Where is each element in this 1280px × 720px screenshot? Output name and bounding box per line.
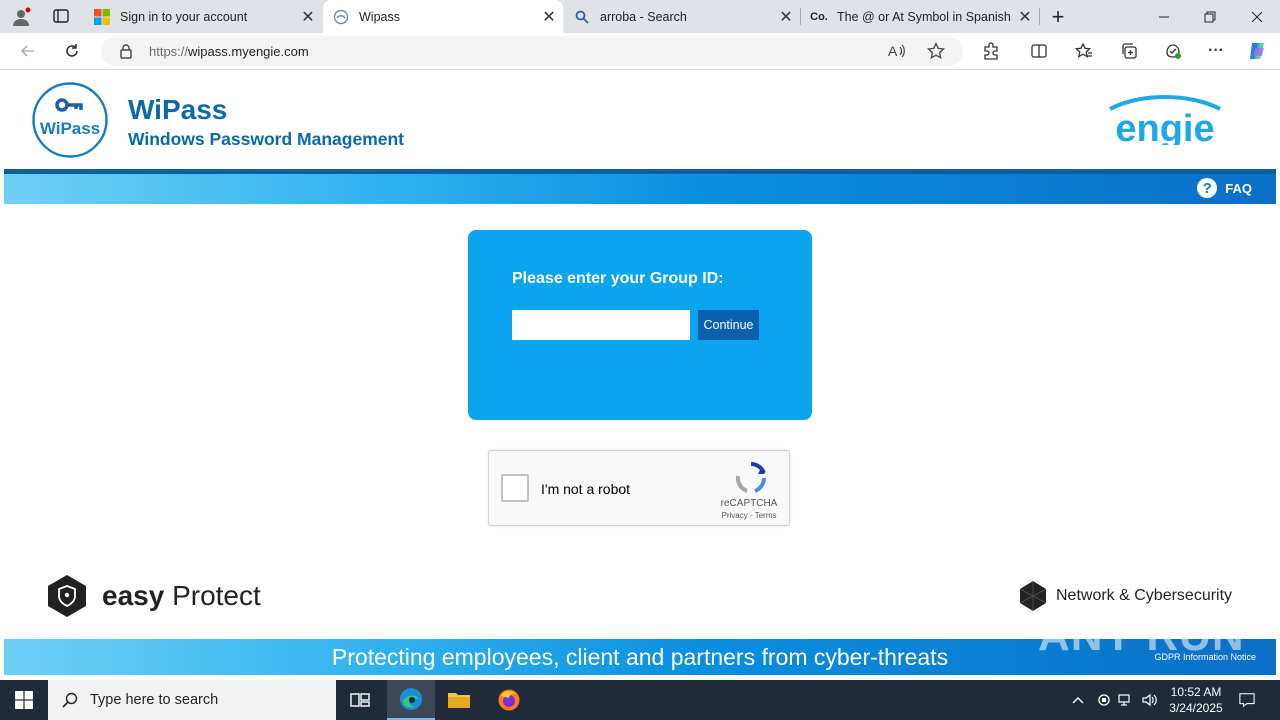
address-bar-row: https://wipass.myengie.com A ··· xyxy=(0,33,1280,70)
group-id-input[interactable] xyxy=(512,310,690,340)
easy-protect-text: easy Protect xyxy=(102,580,261,611)
help-icon: ? xyxy=(1197,178,1218,198)
copilot-icon[interactable] xyxy=(1245,39,1269,63)
edge-icon[interactable] xyxy=(387,680,435,720)
collections-icon[interactable] xyxy=(1117,39,1141,63)
tab-separator xyxy=(1039,8,1040,25)
hexagon-icon xyxy=(1019,581,1047,611)
tab-wipass[interactable]: Wipass ✕ xyxy=(323,0,563,33)
anyrun-watermark: ANY RUN xyxy=(1038,611,1245,660)
windows-logo-icon xyxy=(15,691,33,709)
search-icon xyxy=(62,692,78,708)
recaptcha-checkbox[interactable] xyxy=(501,474,529,502)
notifications-icon[interactable] xyxy=(1239,692,1255,708)
firefox-icon[interactable] xyxy=(485,680,533,720)
back-icon[interactable] xyxy=(16,39,40,63)
address-bar[interactable]: https://wipass.myengie.com A xyxy=(101,36,963,66)
app-title: WiPass xyxy=(128,94,228,125)
co-icon: Co. xyxy=(810,10,828,23)
clock-date: 3/24/2025 xyxy=(1169,701,1223,715)
profile-icon[interactable] xyxy=(9,5,33,29)
network-cybersecurity-text: Network & Cybersecurity xyxy=(1056,587,1233,604)
easy-protect-logo: easy Protect xyxy=(46,574,261,618)
favorites-icon[interactable] xyxy=(1072,39,1096,63)
search-icon xyxy=(574,9,590,25)
recaptcha-brand: reCAPTCHA xyxy=(720,498,778,509)
new-tab-button[interactable]: + xyxy=(1046,4,1070,29)
restore-button[interactable] xyxy=(1187,0,1233,33)
faq-link[interactable]: ? FAQ xyxy=(1197,178,1252,198)
faq-label: FAQ xyxy=(1225,180,1252,196)
svg-text:engie: engie xyxy=(1115,108,1214,145)
task-view-icon[interactable] xyxy=(336,680,384,720)
tray-app-icon[interactable] xyxy=(1096,692,1112,708)
file-explorer-icon[interactable] xyxy=(435,680,483,720)
clock-time: 10:52 AM xyxy=(1170,685,1222,699)
tab-title: Wipass xyxy=(359,9,400,24)
page-header: WiPass WiPass Windows Password Managemen… xyxy=(4,71,1276,169)
lock-icon[interactable] xyxy=(119,43,133,64)
svg-text:WiPass: WiPass xyxy=(40,119,100,138)
windows-taskbar: Type here to search 10:52 AM 3/24/2025 xyxy=(0,680,1280,720)
tab-spanish-at-symbol[interactable]: Co. The @ or At Symbol in Spanish: M ✕ xyxy=(801,0,1039,33)
browser-tab-strip: Sign in to your account ✕ Wipass ✕ arrob… xyxy=(0,0,1280,33)
close-icon[interactable]: ✕ xyxy=(1011,7,1039,27)
more-options-icon[interactable]: ··· xyxy=(1204,39,1228,63)
network-icon[interactable] xyxy=(1118,692,1134,708)
tab-sign-in[interactable]: Sign in to your account ✕ xyxy=(84,0,322,33)
group-id-prompt: Please enter your Group ID: xyxy=(512,270,724,287)
group-id-card: Please enter your Group ID: Continue xyxy=(468,230,812,420)
split-screen-icon[interactable] xyxy=(1027,39,1051,63)
tab-search[interactable]: arroba - Search ✕ xyxy=(564,0,800,33)
read-aloud-icon[interactable]: A xyxy=(887,42,907,65)
continue-button[interactable]: Continue xyxy=(698,310,759,340)
recaptcha-icon xyxy=(733,460,769,496)
close-icon[interactable]: ✕ xyxy=(294,7,322,27)
tab-title: The @ or At Symbol in Spanish: M xyxy=(837,9,1011,24)
network-cybersecurity-logo: Network & Cybersecurity xyxy=(1018,580,1232,612)
browser-essentials-icon[interactable] xyxy=(1161,39,1185,63)
tab-actions-icon[interactable] xyxy=(50,5,72,27)
recaptcha-widget: I'm not a robot reCAPTCHA Privacy - Term… xyxy=(488,450,790,526)
url-text: https://wipass.myengie.com xyxy=(149,44,309,59)
volume-icon[interactable] xyxy=(1142,692,1158,708)
microsoft-icon xyxy=(94,8,110,25)
app-subtitle: Windows Password Management xyxy=(128,129,405,149)
wipass-favicon xyxy=(333,9,349,25)
top-nav-bar: ? FAQ xyxy=(4,169,1276,204)
clock[interactable]: 10:52 AM 3/24/2025 xyxy=(1164,684,1228,716)
tab-title: Sign in to your account xyxy=(120,9,248,24)
recaptcha-privacy-terms[interactable]: Privacy - Terms xyxy=(709,511,789,520)
engie-logo[interactable]: engie xyxy=(1100,95,1230,150)
favorite-star-icon[interactable] xyxy=(927,41,945,65)
minimize-button[interactable] xyxy=(1141,0,1187,33)
close-window-button[interactable] xyxy=(1234,0,1280,33)
extensions-icon[interactable] xyxy=(979,39,1003,63)
refresh-icon[interactable] xyxy=(60,39,84,63)
page-viewport: WiPass WiPass Windows Password Managemen… xyxy=(4,71,1276,680)
shield-icon xyxy=(48,575,86,617)
close-icon[interactable]: ✕ xyxy=(535,7,563,27)
taskbar-search[interactable]: Type here to search xyxy=(48,680,336,720)
wipass-logo: WiPass xyxy=(31,81,109,159)
chevron-up-icon[interactable] xyxy=(1070,692,1086,708)
tab-title: arroba - Search xyxy=(600,9,687,24)
svg-text:A: A xyxy=(888,43,898,59)
search-placeholder: Type here to search xyxy=(90,692,219,708)
close-icon[interactable]: ✕ xyxy=(772,7,800,27)
recaptcha-label: I'm not a robot xyxy=(541,481,631,497)
start-button[interactable] xyxy=(0,680,48,720)
